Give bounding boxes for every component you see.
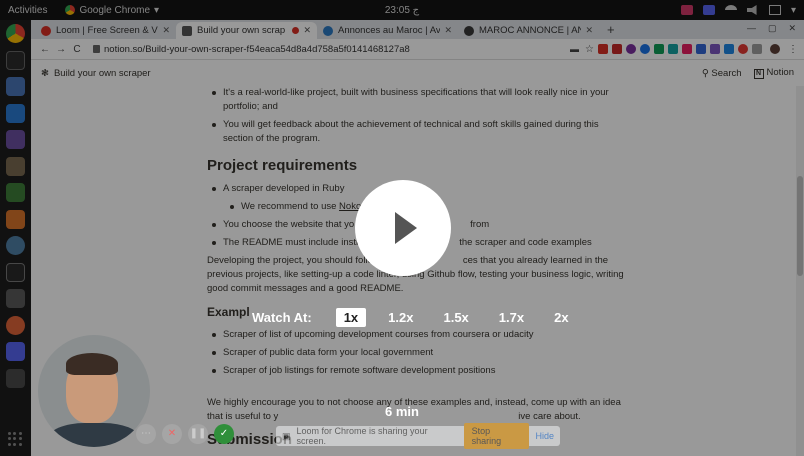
pause-icon[interactable]: ❚❚ xyxy=(188,424,208,444)
speed-option-1-5x[interactable]: 1.5x xyxy=(435,308,476,327)
play-button[interactable] xyxy=(355,180,451,276)
sharing-icon: ▣ xyxy=(282,430,291,441)
speed-option-1-7x[interactable]: 1.7x xyxy=(491,308,532,327)
speed-option-1-2x[interactable]: 1.2x xyxy=(380,308,421,327)
stop-sharing-button[interactable]: Stop sharing xyxy=(463,423,530,449)
screen: Activities Google Chrome ▾ 23:05 ‎ج ▾ xyxy=(0,0,804,456)
speed-option-2x[interactable]: 2x xyxy=(546,308,576,327)
watch-at-label: Watch At: xyxy=(252,310,312,325)
cancel-recording-icon[interactable]: ✕ xyxy=(162,424,182,444)
recording-controls: ⋯ ✕ ❚❚ ✓ xyxy=(136,424,234,444)
screen-sharing-bar: ▣ Loom for Chrome is sharing your screen… xyxy=(276,423,560,449)
webcam-person-shirt xyxy=(48,423,140,447)
more-icon[interactable]: ⋯ xyxy=(136,424,156,444)
webcam-person-hair xyxy=(66,353,118,375)
webcam-bubble xyxy=(38,335,150,447)
finish-recording-icon[interactable]: ✓ xyxy=(214,424,234,444)
sharing-message: Loom for Chrome is sharing your screen. xyxy=(296,426,428,446)
playback-speed-selector: Watch At: 1x 1.2x 1.5x 1.7x 2x xyxy=(252,308,577,327)
hide-sharing-bar-button[interactable]: Hide xyxy=(535,431,554,441)
speed-option-1x[interactable]: 1x xyxy=(335,308,367,327)
